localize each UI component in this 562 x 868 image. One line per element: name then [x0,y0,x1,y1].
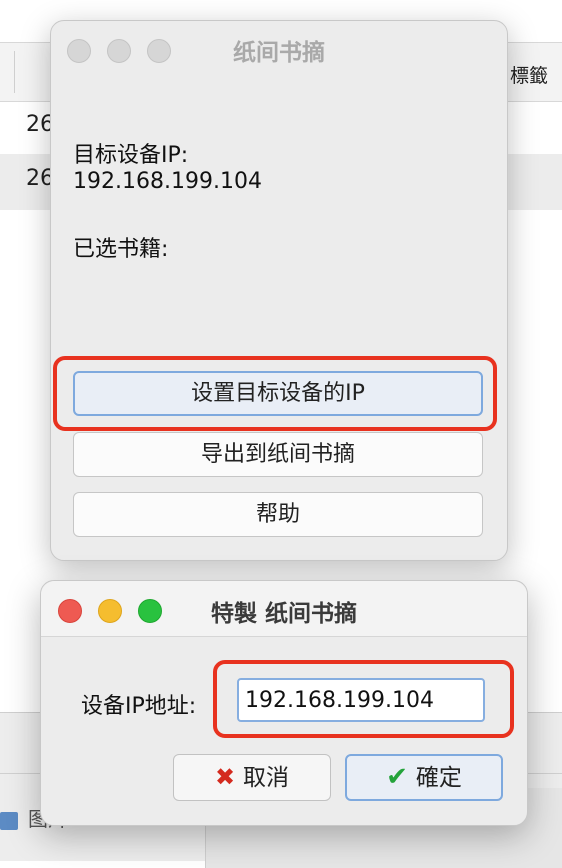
column-header-tags[interactable]: 標籤 [510,61,548,88]
export-button[interactable]: 导出到纸间书摘 [73,432,483,477]
close-icon: ✖ [214,763,236,791]
ok-label: 確定 [415,765,462,791]
plugin-dialog: 纸间书摘 目标设备IP: 192.168.199.104 已选书籍: 设置目标设… [50,20,508,561]
highlight-box-ip-input [213,660,514,738]
cancel-button[interactable]: ✖ 取消 [173,754,331,801]
ip-address-label: 设备IP地址: [81,694,197,719]
checkmark-icon: ✔ [386,762,408,792]
target-ip-label: 目标设备IP: [73,143,189,168]
help-button[interactable]: 帮助 [73,492,483,537]
target-ip-value: 192.168.199.104 [73,169,262,194]
window-title: 特製 纸间书摘 [210,601,357,627]
image-icon [0,811,18,830]
column-divider [14,51,15,93]
ok-button[interactable]: ✔ 確定 [345,754,503,801]
highlight-box-set-ip [53,356,497,431]
selected-books-label: 已选书籍: [73,237,169,262]
window-title: 纸间书摘 [233,40,325,66]
cancel-label: 取消 [243,765,290,791]
